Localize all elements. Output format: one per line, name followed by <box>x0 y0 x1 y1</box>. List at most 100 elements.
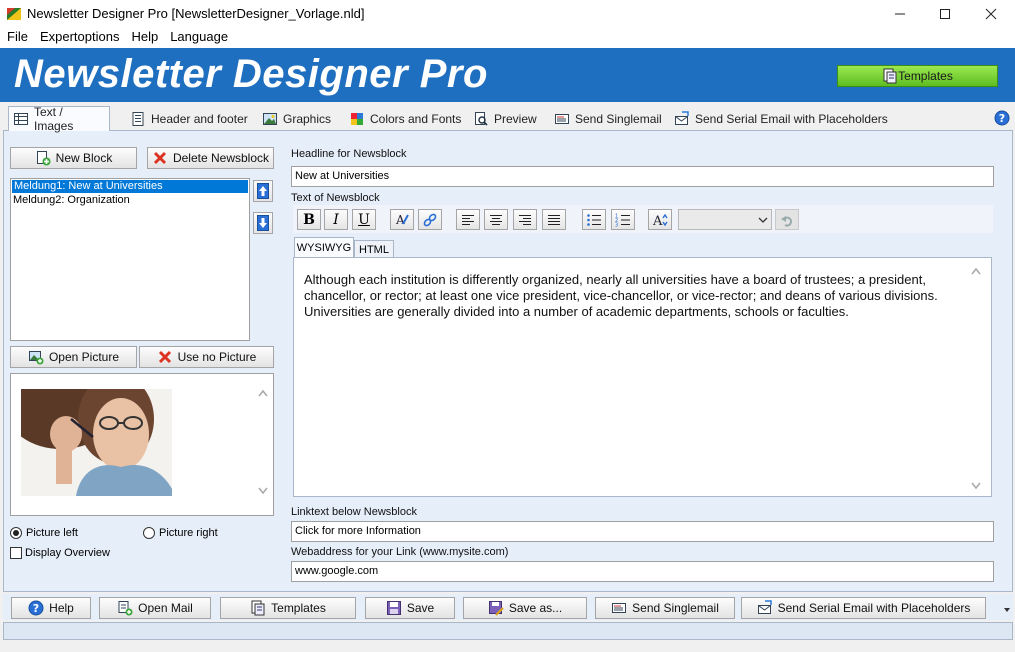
tab-send-singlemail[interactable]: Send Singlemail <box>550 108 666 130</box>
editor-scroll-up-icon[interactable] <box>970 266 982 276</box>
window-title: Newsletter Designer Pro [NewsletterDesig… <box>27 6 365 21</box>
checkbox-indicator[interactable] <box>10 547 22 559</box>
maximize-button[interactable] <box>922 0 968 28</box>
open-mail-label: Open Mail <box>138 601 193 615</box>
move-down-button[interactable] <box>253 212 273 234</box>
open-picture-label: Open Picture <box>48 350 120 364</box>
new-document-icon <box>35 150 51 166</box>
align-right-button[interactable] <box>513 209 537 230</box>
use-no-picture-label: Use no Picture <box>177 350 257 364</box>
picture-preview <box>10 373 274 516</box>
help-button[interactable]: ? Help <box>11 597 91 619</box>
linktext-input[interactable]: Click for more Information <box>291 521 994 542</box>
menu-language[interactable]: Language <box>163 28 233 48</box>
document-icon <box>130 111 146 127</box>
magnifier-icon <box>473 111 489 127</box>
font-color-icon: A <box>394 212 410 228</box>
tab-text-images[interactable]: Text / Images <box>8 105 110 133</box>
newsblock-photo <box>21 389 172 496</box>
help-label: Help <box>49 601 74 615</box>
tab-send-serial[interactable]: Send Serial Email with Placeholders <box>670 108 892 130</box>
svg-text:A: A <box>652 214 663 228</box>
tab-label: Send Serial Email with Placeholders <box>695 112 888 126</box>
save-as-icon <box>488 600 504 616</box>
open-picture-button[interactable]: Open Picture <box>10 346 137 368</box>
open-mail-button[interactable]: Open Mail <box>99 597 211 619</box>
font-size-icon: A <box>652 212 668 228</box>
numbered-list-icon: 123 <box>615 213 631 227</box>
radio-indicator[interactable] <box>143 527 155 539</box>
font-size-button[interactable]: A <box>648 209 672 230</box>
mail-icon <box>611 600 627 616</box>
overflow-chevron-icon[interactable] <box>1003 605 1011 613</box>
minimize-button[interactable] <box>877 0 923 28</box>
send-singlemail-label: Send Singlemail <box>632 601 719 615</box>
help-icon[interactable]: ? <box>994 110 1010 126</box>
undo-button[interactable] <box>775 209 799 230</box>
align-left-button[interactable] <box>456 209 480 230</box>
numbered-list-button[interactable]: 123 <box>611 209 635 230</box>
new-block-label: New Block <box>55 151 113 165</box>
font-select[interactable] <box>678 209 772 230</box>
move-up-button[interactable] <box>253 180 273 202</box>
svg-text:A: A <box>395 213 405 227</box>
delete-newsblock-label: Delete Newsblock <box>172 151 270 165</box>
subtab-html[interactable]: HTML <box>354 240 394 258</box>
scroll-up-icon[interactable] <box>257 388 269 398</box>
justify-icon <box>547 214 561 226</box>
new-block-button[interactable]: New Block <box>10 147 137 169</box>
picture-right-radio[interactable]: Picture right <box>143 527 218 539</box>
menu-file[interactable]: File <box>0 28 33 48</box>
menu-help[interactable]: Help <box>124 28 163 48</box>
delete-newsblock-button[interactable]: Delete Newsblock <box>147 147 274 169</box>
tab-label: Header and footer <box>151 112 248 126</box>
underline-button[interactable]: U <box>352 209 376 230</box>
webaddress-input[interactable]: www.google.com <box>291 561 994 582</box>
save-button[interactable]: Save <box>365 597 455 619</box>
align-right-icon <box>518 214 532 226</box>
bold-button[interactable]: B <box>297 209 321 230</box>
bullet-list-button[interactable] <box>582 209 606 230</box>
tab-graphics[interactable]: Graphics <box>258 108 335 130</box>
picture-left-radio[interactable]: Picture left <box>10 527 78 539</box>
use-no-picture-button[interactable]: Use no Picture <box>139 346 274 368</box>
link-button[interactable] <box>418 209 442 230</box>
tab-label: Colors and Fonts <box>370 112 462 126</box>
menu-expertoptions[interactable]: Expertoptions <box>33 28 125 48</box>
templates-button[interactable]: Templates <box>220 597 356 619</box>
picture-right-label: Picture right <box>159 527 218 539</box>
align-center-button[interactable] <box>484 209 508 230</box>
tab-header-footer[interactable]: Header and footer <box>126 108 252 130</box>
list-item[interactable]: Meldung1: New at Universities <box>12 180 248 193</box>
headline-input[interactable]: New at Universities <box>291 166 994 187</box>
newsblock-list[interactable]: Meldung1: New at Universities Meldung2: … <box>10 178 250 341</box>
tab-preview[interactable]: Preview <box>469 108 541 130</box>
status-bar <box>3 622 1013 640</box>
text-label: Text of Newsblock <box>291 192 380 204</box>
editor-body-text[interactable]: Although each institution is differently… <box>304 272 964 320</box>
italic-button[interactable]: I <box>324 209 348 230</box>
tab-label: Text / Images <box>34 105 74 133</box>
tab-colors-fonts[interactable]: Colors and Fonts <box>345 108 465 130</box>
display-overview-checkbox[interactable]: Display Overview <box>10 547 110 559</box>
justify-button[interactable] <box>542 209 566 230</box>
subtab-wysiwyg[interactable]: WYSIWYG <box>294 237 354 258</box>
save-icon <box>386 600 402 616</box>
radio-indicator[interactable] <box>10 527 22 539</box>
editor-scroll-down-icon[interactable] <box>970 481 982 491</box>
templates-banner-button[interactable]: Templates <box>837 65 998 87</box>
headline-label: Headline for Newsblock <box>291 148 407 160</box>
send-serial-button[interactable]: Send Serial Email with Placeholders <box>741 597 986 619</box>
templates-banner-label: Templates <box>898 69 953 83</box>
link-icon <box>422 212 438 228</box>
list-item[interactable]: Meldung2: Organization <box>11 194 249 207</box>
send-singlemail-button[interactable]: Send Singlemail <box>595 597 735 619</box>
scroll-down-icon[interactable] <box>257 486 269 496</box>
align-center-icon <box>489 214 503 226</box>
font-color-button[interactable]: A <box>390 209 414 230</box>
save-as-button[interactable]: Save as... <box>463 597 587 619</box>
open-mail-icon <box>117 600 133 616</box>
align-left-icon <box>461 214 475 226</box>
close-button[interactable] <box>968 0 1014 28</box>
bullet-list-icon <box>586 213 602 227</box>
